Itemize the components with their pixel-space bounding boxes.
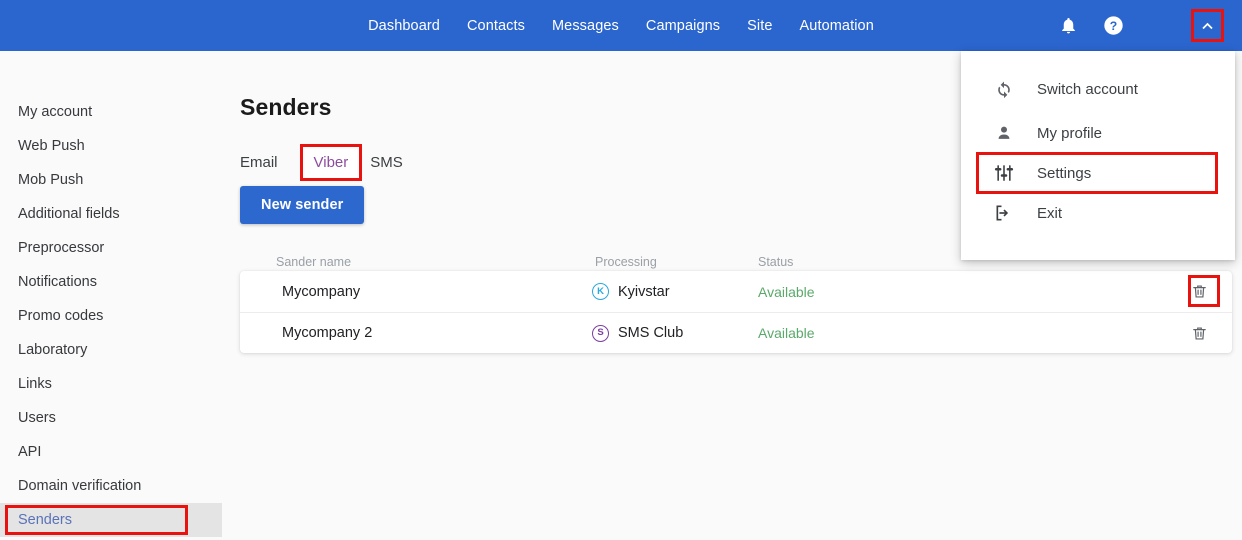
topbar-actions: ?: [1050, 0, 1224, 51]
channel-tabs: Email Viber SMS: [240, 144, 417, 181]
sidebar-item-preprocessor[interactable]: Preprocessor: [0, 231, 228, 265]
svg-text:?: ?: [1109, 19, 1116, 33]
nav-item-contacts[interactable]: Contacts: [467, 18, 525, 34]
sidebar-item-laboratory[interactable]: Laboratory: [0, 333, 228, 367]
status-badge: Available: [758, 325, 815, 341]
sender-name-cell: Mycompany 2: [282, 325, 373, 341]
sidebar-item-promo-codes[interactable]: Promo codes: [0, 299, 228, 333]
menu-item-switch-account[interactable]: Switch account: [961, 67, 1235, 111]
column-header-processing: Processing: [595, 255, 657, 269]
sidebar-item-domain-verification[interactable]: Domain verification: [0, 469, 228, 503]
sidebar-item-additional-fields[interactable]: Additional fields: [0, 197, 228, 231]
column-header-status: Status: [758, 255, 794, 269]
menu-item-my-profile[interactable]: My profile: [961, 111, 1235, 155]
senders-table: Mycompany K Kyivstar Available Mycompany…: [240, 271, 1232, 353]
nav-item-campaigns[interactable]: Campaigns: [646, 18, 720, 34]
nav-item-dashboard[interactable]: Dashboard: [368, 18, 440, 34]
delete-sender-button[interactable]: [1186, 279, 1212, 305]
sidebar-item-mob-push[interactable]: Mob Push: [0, 163, 228, 197]
account-dropdown-menu: Switch account My profile Settings Exit: [961, 51, 1235, 260]
sidebar-item-label: Senders: [18, 512, 73, 528]
help-button[interactable]: ?: [1095, 8, 1131, 44]
table-row[interactable]: Mycompany 2 S SMS Club Available: [240, 312, 1232, 353]
menu-item-label: Exit: [1037, 204, 1063, 222]
settings-sidebar: My account Web Push Mob Push Additional …: [0, 51, 228, 540]
smsclub-icon: S: [592, 324, 609, 342]
trash-icon: [1191, 283, 1208, 300]
processing-label: SMS Club: [618, 325, 684, 341]
trash-icon: [1191, 325, 1208, 342]
sidebar-item-label: Users: [18, 410, 56, 426]
sidebar-item-my-account[interactable]: My account: [0, 95, 228, 129]
logout-icon: [991, 203, 1017, 223]
processing-cell: K Kyivstar: [592, 283, 670, 300]
bell-icon: [1059, 16, 1078, 35]
sidebar-item-label: Mob Push: [18, 172, 84, 188]
help-circle-icon: ?: [1103, 15, 1124, 36]
menu-item-exit[interactable]: Exit: [961, 191, 1235, 235]
menu-item-label: My profile: [1037, 124, 1103, 142]
sidebar-item-senders[interactable]: Senders: [0, 503, 222, 537]
menu-item-label: Settings: [1037, 164, 1092, 182]
processing-cell: S SMS Club: [592, 324, 684, 342]
notifications-button[interactable]: [1050, 8, 1086, 44]
sidebar-item-label: Notifications: [18, 274, 97, 290]
top-navigation-bar: Dashboard Contacts Messages Campaigns Si…: [0, 0, 1242, 51]
kyivstar-icon: K: [592, 283, 609, 300]
nav-item-site[interactable]: Site: [747, 18, 772, 34]
person-icon: [991, 123, 1017, 143]
column-header-sander-name: Sander name: [276, 255, 352, 269]
sidebar-item-label: My account: [18, 104, 93, 120]
new-sender-button[interactable]: New sender: [240, 186, 365, 224]
sidebar-item-label: Web Push: [18, 138, 85, 154]
sliders-icon: [991, 163, 1017, 183]
menu-item-label: Switch account: [1037, 80, 1138, 98]
sidebar-item-label: Domain verification: [18, 478, 142, 494]
nav-item-automation[interactable]: Automation: [800, 18, 874, 34]
processing-label: Kyivstar: [618, 283, 670, 300]
sidebar-item-notifications[interactable]: Notifications: [0, 265, 228, 299]
sidebar-item-label: Laboratory: [18, 342, 88, 358]
chevron-up-icon: [1198, 16, 1217, 35]
delete-sender-button[interactable]: [1186, 320, 1212, 346]
sidebar-item-label: Additional fields: [18, 206, 120, 222]
sender-name-cell: Mycompany: [282, 283, 361, 300]
page-title: Senders: [240, 94, 332, 120]
tab-viber[interactable]: Viber: [299, 144, 363, 181]
sidebar-item-label: Links: [18, 376, 52, 392]
sidebar-item-label: Promo codes: [18, 308, 104, 324]
sidebar-item-api[interactable]: API: [0, 435, 228, 469]
sidebar-item-links[interactable]: Links: [0, 367, 228, 401]
sidebar-item-label: Preprocessor: [18, 240, 105, 256]
account-menu-toggle[interactable]: [1191, 9, 1224, 42]
nav-item-messages[interactable]: Messages: [552, 18, 619, 34]
tab-sms[interactable]: SMS: [370, 154, 417, 171]
tab-email[interactable]: Email: [240, 154, 292, 171]
sidebar-item-users[interactable]: Users: [0, 401, 228, 435]
sync-icon: [991, 79, 1017, 99]
status-badge: Available: [758, 283, 815, 300]
menu-item-settings[interactable]: Settings: [976, 152, 1218, 194]
sidebar-item-label: API: [18, 444, 42, 460]
sidebar-item-web-push[interactable]: Web Push: [0, 129, 228, 163]
table-row[interactable]: Mycompany K Kyivstar Available: [240, 271, 1232, 312]
